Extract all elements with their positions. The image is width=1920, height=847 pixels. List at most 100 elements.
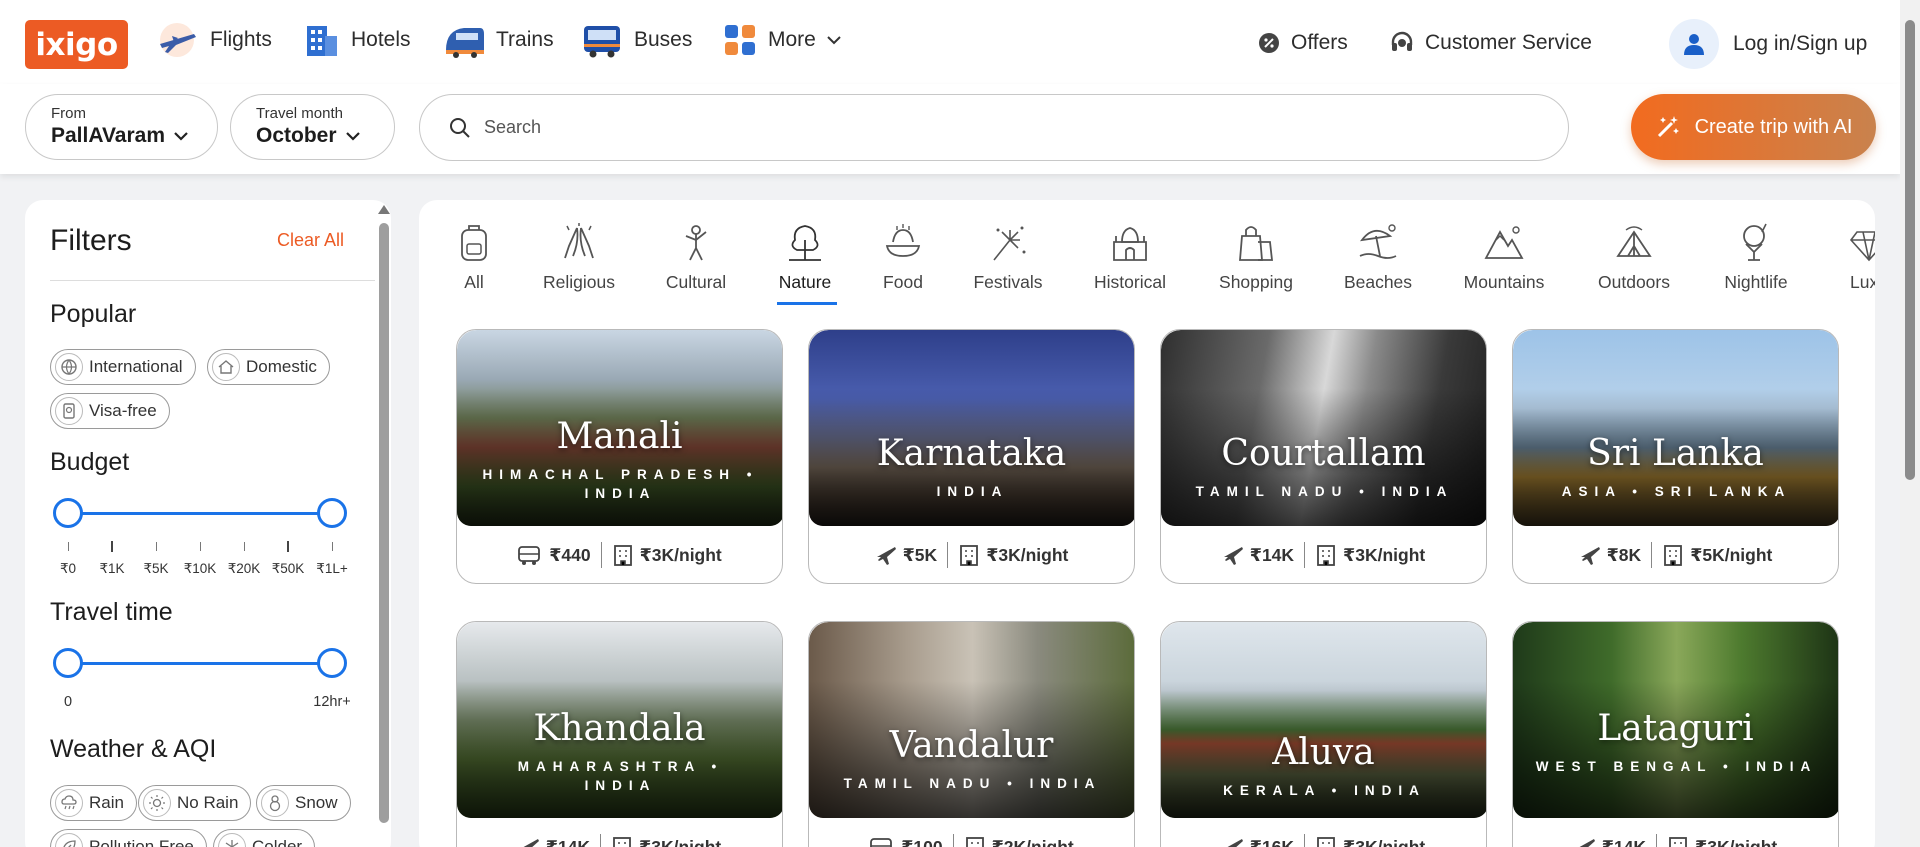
chip-pollution-free[interactable]: Pollution Free [50, 829, 207, 847]
fireworks-icon [986, 220, 1030, 264]
offers-link[interactable]: Offers [1257, 24, 1348, 62]
tab-nightlife[interactable]: Nightlife [1701, 220, 1811, 293]
budget-tick [287, 541, 289, 552]
chip-international[interactable]: International [50, 349, 196, 385]
destination-region: WEST BENGAL • INDIA [1535, 759, 1818, 774]
tab-nature[interactable]: Nature [750, 220, 860, 293]
tab-historical[interactable]: Historical [1075, 220, 1185, 293]
chip-no-rain[interactable]: No Rain [138, 785, 252, 821]
travel-price: ₹14K [545, 836, 591, 847]
tab-religious[interactable]: Religious [524, 220, 634, 293]
chip-colder[interactable]: Colder [213, 829, 316, 847]
nav-flights[interactable]: Flights [154, 18, 272, 62]
scrollbar-thumb[interactable] [379, 223, 389, 823]
travel-time-min-handle[interactable] [53, 648, 83, 678]
stay-price: ₹3K/night [639, 836, 722, 847]
tab-cultural[interactable]: Cultural [641, 220, 751, 293]
destination-card-sri-lanka[interactable]: Sri Lanka ASIA • SRI LANKA ₹8K ₹5K/night [1512, 329, 1839, 584]
headset-icon [1391, 31, 1413, 51]
search-input[interactable] [484, 117, 1384, 138]
tab-shopping[interactable]: Shopping [1201, 220, 1311, 293]
destination-region: MAHARASHTRA • INDIA [517, 759, 724, 793]
budget-max-handle[interactable] [317, 498, 347, 528]
from-value: PallAVaram [51, 124, 166, 147]
budget-tick-label: ₹10K [183, 561, 217, 576]
nav-more[interactable]: More [722, 18, 842, 62]
travel-price: ₹14K [1601, 836, 1647, 847]
tab-label: Festivals [973, 272, 1043, 292]
chevron-down-icon [345, 132, 360, 141]
tab-beaches[interactable]: Beaches [1323, 220, 1433, 293]
price-divider [947, 542, 949, 568]
login-button[interactable]: Log in/Sign up [1669, 18, 1867, 70]
magic-wand-icon [1657, 116, 1679, 138]
nav-buses[interactable]: Buses [580, 18, 692, 62]
destination-card-lataguri[interactable]: Lataguri WEST BENGAL • INDIA ₹14K ₹3K/ni… [1512, 621, 1839, 847]
budget-tick [244, 542, 245, 551]
tab-food[interactable]: Food [848, 220, 958, 293]
budget-min-handle[interactable] [53, 498, 83, 528]
destination-card-manali[interactable]: Manali HIMACHAL PRADESH • INDIA ₹440 ₹3K… [456, 329, 783, 584]
tab-luxury[interactable]: Luxu [1814, 220, 1875, 293]
travel-price: ₹14K [1249, 544, 1295, 565]
chip-label: Pollution Free [89, 837, 194, 847]
chip-domestic[interactable]: Domestic [207, 349, 330, 385]
chip-label: Visa-free [89, 401, 157, 420]
tab-outdoors[interactable]: Outdoors [1579, 220, 1689, 293]
clear-all-button[interactable]: Clear All [277, 230, 344, 251]
travel-time-max-label: 12hr+ [313, 694, 351, 710]
destination-card-aluva[interactable]: Aluva KERALA • INDIA ₹16K ₹3K/night [1160, 621, 1487, 847]
destination-name: Lataguri [1597, 708, 1754, 749]
tab-label: Luxu [1850, 272, 1875, 292]
destination-card-vandalur[interactable]: Vandalur TAMIL NADU • INDIA ₹100 ₹2K/nig… [808, 621, 1135, 847]
bus-icon [584, 26, 620, 58]
customer-service-link[interactable]: Customer Service [1389, 24, 1592, 62]
food-icon [881, 220, 925, 264]
nav-trains[interactable]: Trains [442, 18, 554, 62]
tab-label: Nightlife [1724, 272, 1788, 292]
scroll-up-arrow-icon[interactable] [378, 205, 390, 214]
destination-card-courtallam[interactable]: Courtallam TAMIL NADU • INDIA ₹14K ₹3K/n… [1160, 329, 1487, 584]
travel-time-max-handle[interactable] [317, 648, 347, 678]
destination-name: Sri Lanka [1587, 433, 1764, 474]
filters-scrollbar[interactable] [378, 205, 390, 845]
destination-name: Aluva [1272, 732, 1375, 773]
destination-card-karnataka[interactable]: Karnataka INDIA ₹5K ₹3K/night [808, 329, 1135, 584]
travel-time-min-label: 0 [63, 694, 73, 710]
stay-price: ₹5K/night [1690, 544, 1773, 565]
nav-hotels[interactable]: Hotels [301, 18, 411, 62]
tab-mountains[interactable]: Mountains [1449, 220, 1559, 293]
travel-time-slider-track[interactable] [67, 662, 332, 665]
tent-icon [1612, 220, 1656, 264]
price-divider [600, 542, 602, 568]
hotel-icon [1664, 545, 1683, 566]
chip-snow[interactable]: Snow [256, 785, 351, 821]
ixigo-logo[interactable]: ixigo [25, 20, 128, 69]
sun-icon [143, 789, 171, 817]
page-scrollbar-thumb[interactable] [1905, 20, 1915, 480]
praying-hands-icon [557, 220, 601, 264]
rain-cloud-icon [55, 789, 83, 817]
airplane-icon [1227, 839, 1243, 847]
chip-rain[interactable]: Rain [50, 785, 137, 821]
from-label: From [51, 105, 86, 122]
create-trip-ai-button[interactable]: Create trip with AI [1631, 94, 1876, 160]
airplane-icon [160, 23, 196, 57]
from-value-row: PallAVaram [51, 124, 217, 148]
search-box[interactable] [419, 94, 1569, 161]
tab-festivals[interactable]: Festivals [953, 220, 1063, 293]
page-scrollbar[interactable] [1900, 0, 1920, 847]
chip-visa-free[interactable]: Visa-free [50, 393, 170, 429]
price-divider [600, 834, 602, 847]
destinations-panel: All Religious Cultural Nature Food Festi… [419, 200, 1875, 847]
from-selector[interactable]: From PallAVaram [25, 94, 218, 160]
destination-region: INDIA [936, 484, 1009, 499]
destination-card-khandala[interactable]: Khandala MAHARASHTRA • INDIA ₹14K ₹3K/ni… [456, 621, 783, 847]
price-divider [1304, 834, 1306, 847]
travel-month-selector[interactable]: Travel month October [230, 94, 395, 160]
stay-price: ₹3K/night [986, 544, 1069, 565]
tab-all[interactable]: All [419, 220, 529, 293]
tab-label: Mountains [1463, 272, 1545, 292]
nav-trains-label: Trains [496, 28, 554, 51]
budget-slider-track[interactable] [67, 512, 332, 515]
